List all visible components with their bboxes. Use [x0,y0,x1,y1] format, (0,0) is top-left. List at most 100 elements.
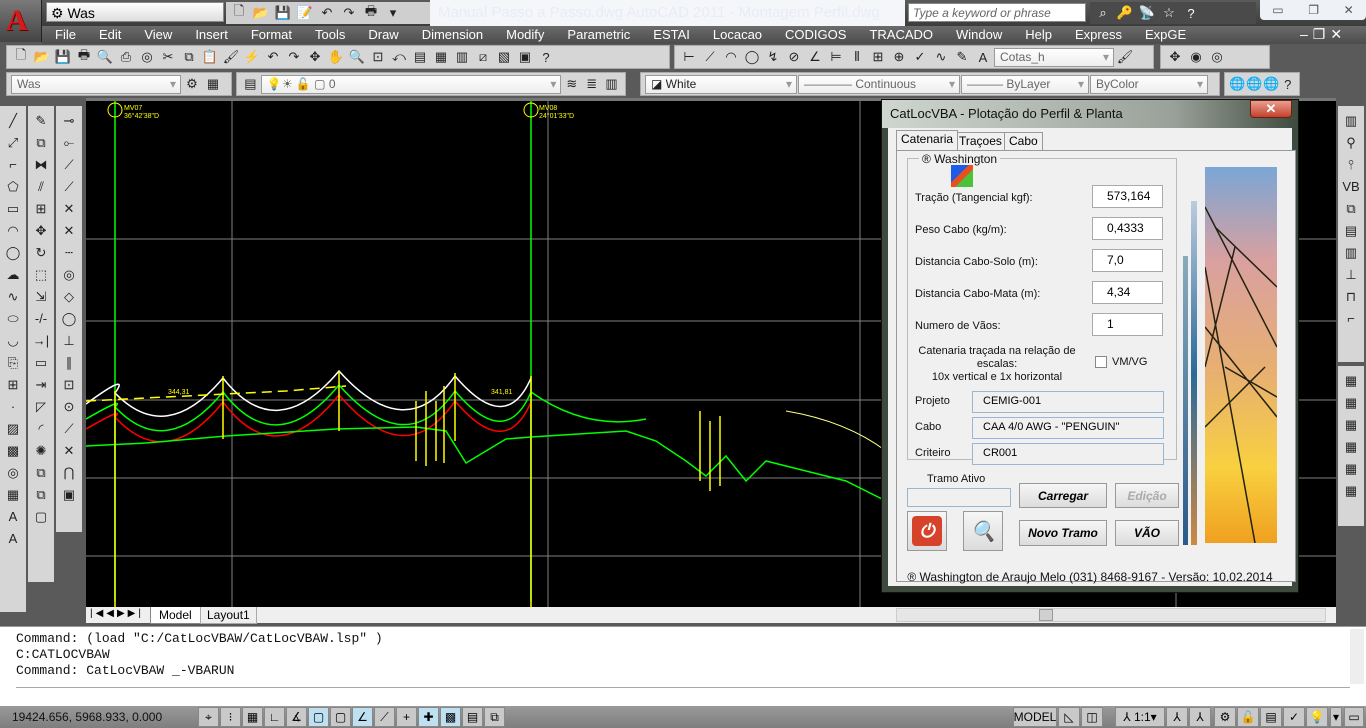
pan-icon[interactable]: ✋ [326,47,346,67]
lineweight-select[interactable]: ——— ByLayer [961,74,1089,94]
line-icon[interactable]: ╱ [3,110,23,131]
lightbulb-icon[interactable]: 💡 [1306,707,1328,727]
center-mark-icon[interactable]: ⊕ [889,47,909,67]
offset-icon[interactable]: ⫽ [31,176,51,197]
rotate-icon[interactable]: ↻ [31,242,51,263]
save-as-icon[interactable]: 📝 [295,3,315,23]
command-input[interactable] [16,687,1350,688]
menu-edit[interactable]: Edit [86,26,131,44]
menu-parametric[interactable]: Parametric [554,26,640,44]
erase-icon[interactable]: ✎ [31,110,51,131]
new-icon[interactable]: 🗋 [229,3,249,23]
table-icon[interactable]: ▦ [3,484,23,505]
continue-icon[interactable]: ⫴ [847,47,867,67]
carregar-button[interactable]: Carregar [1019,483,1107,508]
sheet-set-icon[interactable]: ⧄ [473,47,493,67]
undo-icon[interactable]: ↶ [317,3,337,23]
properties-icon[interactable]: ▤ [410,47,430,67]
status-menu-icon[interactable]: ▾ [1330,707,1342,727]
paste-icon[interactable]: 📋 [200,47,220,67]
help-icon[interactable]: ? [1181,3,1201,23]
help-globe-icon[interactable]: ? [1281,74,1295,94]
custom-tool-icon[interactable]: ▦ [1341,414,1361,435]
globe-icon[interactable]: 🌐 [1229,74,1245,94]
menu-file[interactable]: File [42,26,86,44]
jogged-linear-icon[interactable]: ∿ [931,47,951,67]
snap-none-icon[interactable]: ✕ [59,440,79,461]
custom-tool-icon[interactable]: ▦ [1341,458,1361,479]
custom-tool-icon[interactable]: ▤ [1341,220,1361,241]
menu-modify[interactable]: Modify [493,26,554,44]
snap-endpoint-icon[interactable]: ⟋ [59,154,79,175]
edicao-button[interactable]: Edição [1115,483,1179,508]
hardware-acceleration-icon[interactable]: ▤ [1260,707,1282,727]
revcloud-icon[interactable]: ☁ [3,264,23,285]
restore-icon[interactable]: ❐ [1308,3,1319,17]
plotstyle-select[interactable]: ByColor [1090,74,1208,94]
command-scrollbar[interactable] [1350,629,1364,684]
plot-preview-icon[interactable]: 🔍 [95,47,115,67]
menu-tools[interactable]: Tools [302,26,355,44]
diameter-icon[interactable]: ⊘ [784,47,804,67]
gradient-icon[interactable]: ▩ [3,440,23,461]
quick-properties-icon[interactable]: ▤ [462,707,483,727]
menu-help[interactable]: Help [1012,26,1062,44]
dim-update-icon[interactable]: 🖌 [1115,47,1135,67]
field-input[interactable]: 573,164 [1092,185,1163,208]
mtext-icon[interactable]: A [3,506,23,527]
draworder-icon[interactable]: ⧉ [31,462,51,483]
minimize-icon[interactable]: ▭ [1272,3,1283,17]
spline-icon[interactable]: ∿ [3,286,23,307]
globe-folder-icon[interactable]: 🌐 [1246,74,1262,94]
quick-view-drawings-icon[interactable]: ◫ [1081,707,1103,727]
extend-icon[interactable]: →| [31,330,51,351]
menu-window[interactable]: Window [943,26,1012,44]
search-input[interactable]: Type a keyword or phrase [908,3,1086,22]
dimension-edit-icon[interactable]: ✎ [952,47,972,67]
inspect-icon[interactable]: ✓ [910,47,930,67]
field-input[interactable]: 0,4333 [1092,217,1163,240]
dialog-close-button[interactable]: ✕ [1250,100,1292,118]
free-orbit-icon[interactable]: ◎ [1207,47,1227,67]
snap-midpoint-icon[interactable]: ⟋ [59,176,79,197]
tool-palettes-icon[interactable]: ▥ [452,47,472,67]
3d-pan-icon[interactable]: ✥ [1165,47,1185,67]
menu-view[interactable]: View [131,26,182,44]
arc-icon[interactable]: ◠ [3,220,23,241]
trim-icon[interactable]: -/- [31,308,51,329]
point-icon[interactable]: · [3,396,23,417]
grid-display-icon[interactable]: ▦ [242,707,263,727]
insert-block-icon[interactable]: ⎘ [3,352,23,373]
snap-mode-icon[interactable]: ⁝ [220,707,241,727]
snap-intersection-icon[interactable]: ✕ [59,198,79,219]
layer-states-icon[interactable]: ▥ [602,74,621,94]
group-icon[interactable]: ▢ [31,506,51,527]
polyline-icon[interactable]: ⌐ [3,154,23,175]
region-icon[interactable]: ◎ [3,462,23,483]
layer-properties-icon[interactable]: ▤ [241,74,260,94]
document-window-controls[interactable]: –❐✕ [1300,26,1347,43]
custom-tool-icon[interactable]: ⚲ [1341,132,1361,153]
annotation-scale-select[interactable]: ⅄ 1:1 ▾ [1115,707,1165,727]
help-icon[interactable]: ? [536,47,556,67]
star-icon[interactable]: ☆ [1159,3,1179,23]
novo-tramo-button[interactable]: Novo Tramo [1019,520,1107,546]
tramo-ativo-field[interactable] [907,488,1011,507]
temp-track-icon[interactable]: ⊸ [59,110,79,131]
3d-dwf-icon[interactable]: ◎ [137,47,157,67]
auto-scale-icon[interactable]: ⅄ [1189,707,1211,727]
menu-expge[interactable]: ExpGE [1132,26,1196,44]
hatch-icon[interactable]: ▨ [3,418,23,439]
copy-icon[interactable]: ⧉ [179,47,199,67]
custom-tool-icon[interactable]: ⌐ [1341,308,1361,329]
customize-icon[interactable]: ▦ [203,74,223,94]
make-block-icon[interactable]: ⊞ [3,374,23,395]
custom-tool-icon[interactable]: ⊓ [1341,286,1361,307]
aligned-dimension-icon[interactable]: ⟋ [700,47,720,67]
workspace-selector[interactable]: ⚙ Was [46,2,224,22]
break-icon[interactable]: ▭ [31,352,51,373]
join-icon[interactable]: ⇥ [31,374,51,395]
mirror-icon[interactable]: ⧓ [31,154,51,175]
ellipse-icon[interactable]: ⬭ [3,308,23,329]
orbit-icon[interactable]: ◉ [1186,47,1206,67]
